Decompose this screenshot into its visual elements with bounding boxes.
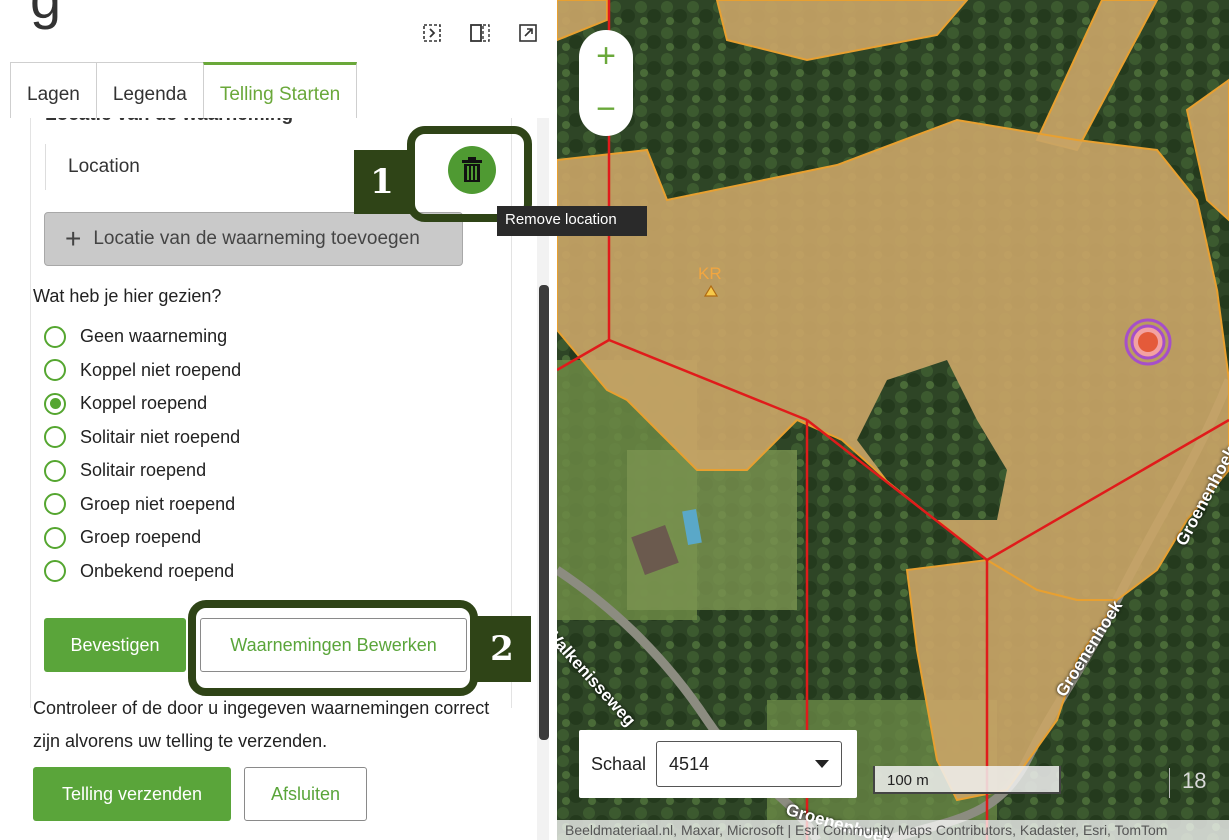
observation-question: Wat heb je hier gezien? <box>33 286 222 306</box>
tab-lagen[interactable]: Lagen <box>10 62 97 118</box>
split-view-icon[interactable] <box>469 22 491 44</box>
location-marker-icon[interactable] <box>1123 317 1173 367</box>
add-location-label: Locatie van de waarneming toevoegen <box>93 228 420 249</box>
radio-circle <box>44 359 66 382</box>
remove-location-tooltip: Remove location <box>497 206 647 236</box>
radio-label: Koppel roepend <box>80 393 208 414</box>
location-label: Location <box>68 156 140 177</box>
scale-value: 4514 <box>669 753 710 774</box>
zoom-control: + − <box>579 30 633 136</box>
confirm-button[interactable]: Bevestigen <box>44 618 186 672</box>
triangle-warning-icon[interactable] <box>704 285 718 297</box>
radio-circle <box>44 325 66 348</box>
radio-circle <box>44 493 66 516</box>
radio-option[interactable]: Solitair roepend <box>44 454 241 488</box>
radio-label: Geen waarneming <box>80 326 228 347</box>
map-attribution: Beeldmateriaal.nl, Maxar, Microsoft | Es… <box>557 820 1229 840</box>
radio-label: Solitair roepend <box>80 460 207 481</box>
panel-toolbar <box>421 22 539 44</box>
radio-circle <box>44 526 66 549</box>
radio-label: Koppel niet roepend <box>80 359 242 380</box>
tab-legenda[interactable]: Legenda <box>95 62 204 118</box>
location-row: Location <box>45 144 475 190</box>
section-heading: Locatie van de waarneming <box>45 118 293 126</box>
remove-location-button[interactable] <box>448 146 496 194</box>
zoom-level-indicator: 18 <box>1169 768 1206 798</box>
callout-number-1: 1 <box>354 150 410 214</box>
panel-tabs: Lagen Legenda Telling Starten <box>10 62 358 118</box>
trash-icon <box>462 157 482 182</box>
radio-label: Onbekend roepend <box>80 560 235 581</box>
observation-options: Geen waarneming Koppel niet roepend Kopp… <box>44 320 241 588</box>
kr-marker-label: KR <box>698 264 722 283</box>
radio-circle <box>44 560 66 583</box>
plus-icon: + <box>65 223 82 254</box>
scale-label: Schaal <box>591 753 647 774</box>
panel-title-cut: g <box>30 0 61 31</box>
zoom-in-button[interactable]: + <box>579 30 633 83</box>
radio-circle-selected <box>44 392 66 415</box>
scale-control: Schaal 4514 <box>579 730 857 798</box>
radio-option[interactable]: Geen waarneming <box>44 320 241 354</box>
radio-option[interactable]: Groep roepend <box>44 521 241 555</box>
submit-count-button[interactable]: Telling verzenden <box>33 767 231 821</box>
radio-option[interactable]: Groep niet roepend <box>44 488 241 522</box>
add-location-button[interactable]: + Locatie van de waarneming toevoegen <box>44 212 463 266</box>
open-external-icon[interactable] <box>517 22 539 44</box>
radio-label: Groep roepend <box>80 527 202 548</box>
zoom-out-button[interactable]: − <box>579 83 633 136</box>
dropdown-arrow-icon <box>815 760 830 768</box>
radio-label: Solitair niet roepend <box>80 426 241 447</box>
collapse-panel-icon[interactable] <box>421 22 443 44</box>
submit-note: Controleer of de door u ingegeven waarne… <box>33 698 490 751</box>
scale-select[interactable]: 4514 <box>656 741 843 787</box>
scrollbar-thumb[interactable] <box>539 285 549 740</box>
radio-label: Groep niet roepend <box>80 493 236 514</box>
side-panel: g Lagen Legenda Telling Starten Locatie … <box>0 0 553 840</box>
radio-option[interactable]: Onbekend roepend <box>44 555 241 589</box>
close-button[interactable]: Afsluiten <box>244 767 367 821</box>
radio-option[interactable]: Solitair niet roepend <box>44 421 241 455</box>
radio-option[interactable]: Koppel niet roepend <box>44 354 241 388</box>
radio-option[interactable]: Koppel roepend <box>44 387 241 421</box>
scale-bar: 100 m <box>873 766 1061 794</box>
map-view[interactable]: + − KR Valkenisseweg Groenenhoek Groenen… <box>557 0 1229 840</box>
radio-circle <box>44 459 66 482</box>
tab-telling-starten[interactable]: Telling Starten <box>202 62 358 118</box>
map-imagery <box>557 0 1229 840</box>
edit-observations-button[interactable]: Waarnemingen Bewerken <box>200 618 467 672</box>
callout-number-2: 2 <box>473 616 531 682</box>
radio-circle <box>44 426 66 449</box>
